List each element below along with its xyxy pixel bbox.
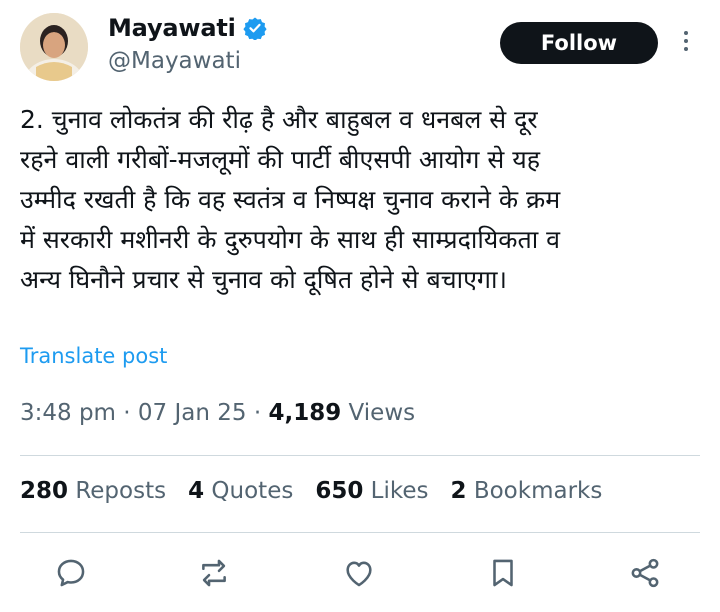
post-date[interactable]: 07 Jan 25: [138, 400, 247, 426]
engagement-stats: 280 Reposts 4 Quotes 650 Likes 2 Bookmar…: [20, 478, 602, 504]
like-icon[interactable]: [342, 556, 376, 590]
bookmark-icon[interactable]: [486, 556, 520, 590]
quotes-label: Quotes: [204, 478, 294, 504]
quotes-stat[interactable]: 4 Quotes: [188, 478, 293, 504]
bookmarks-count: 2: [450, 478, 467, 504]
meta-separator: ·: [115, 400, 138, 426]
meta-separator: ·: [246, 400, 269, 426]
more-options-icon[interactable]: [678, 28, 694, 58]
translate-post-link[interactable]: Translate post: [20, 344, 167, 368]
share-icon[interactable]: [628, 556, 662, 590]
divider: [20, 532, 700, 533]
reposts-label: Reposts: [68, 478, 167, 504]
author-handle[interactable]: @Mayawati: [108, 48, 241, 74]
post-text: 2. चुनाव लोकतंत्र की रीढ़ है और बाहुबल व…: [20, 105, 561, 294]
follow-button[interactable]: Follow: [500, 22, 658, 64]
post-time[interactable]: 3:48 pm: [20, 400, 116, 426]
reposts-count: 280: [20, 478, 69, 504]
bookmarks-stat[interactable]: 2 Bookmarks: [451, 478, 603, 504]
display-name[interactable]: Mayawati: [108, 14, 236, 42]
post-meta: 3:48 pm · 07 Jan 25 · 4,189 Views: [20, 400, 415, 426]
reply-icon[interactable]: [54, 556, 88, 590]
quotes-count: 4: [188, 478, 205, 504]
views-label: Views: [341, 400, 416, 426]
avatar[interactable]: [20, 13, 88, 81]
likes-stat[interactable]: 650 Likes: [315, 478, 428, 504]
repost-icon[interactable]: [197, 556, 231, 590]
divider: [20, 455, 700, 456]
bookmarks-label: Bookmarks: [466, 478, 603, 504]
action-bar: [0, 548, 720, 596]
reposts-stat[interactable]: 280 Reposts: [20, 478, 166, 504]
likes-count: 650: [315, 478, 364, 504]
author-name-row: Mayawati: [108, 14, 267, 42]
likes-label: Likes: [363, 478, 429, 504]
verified-badge-icon: [243, 16, 267, 41]
post-header: Mayawati @Mayawati Follow: [0, 0, 720, 92]
views-count: 4,189: [268, 400, 342, 426]
